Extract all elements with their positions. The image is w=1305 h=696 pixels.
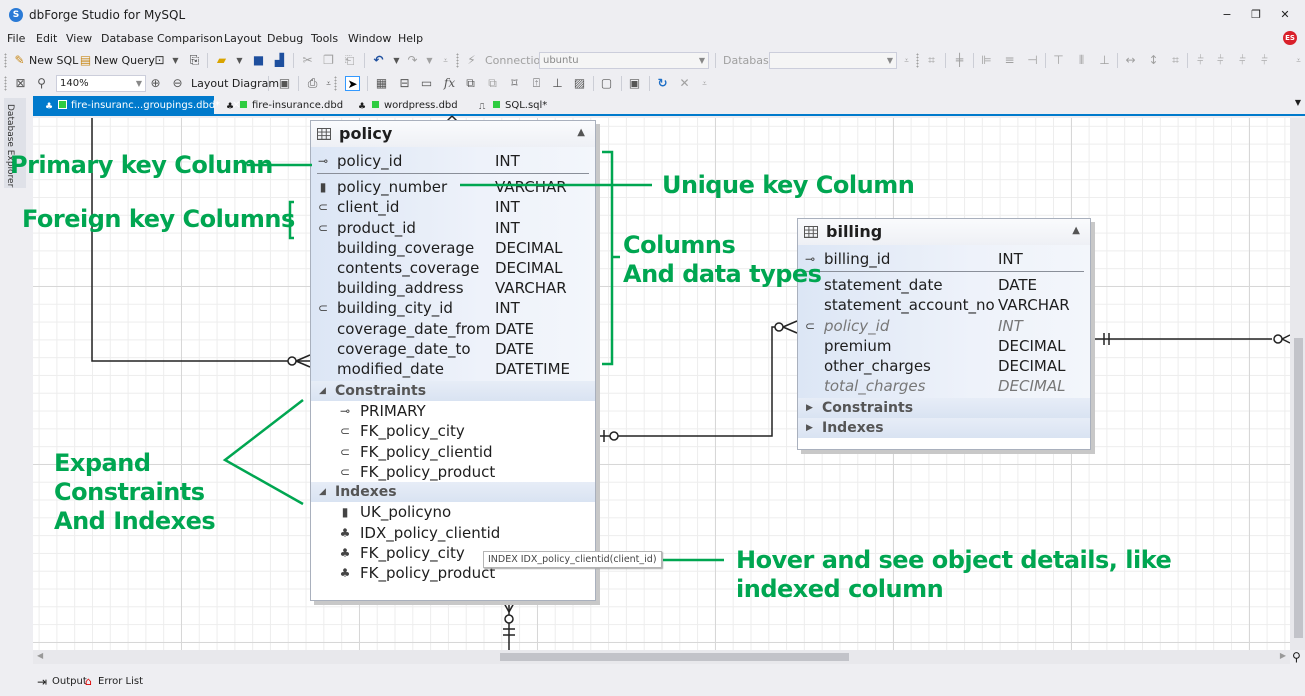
annotation-expand-line1: Expand: [54, 449, 151, 477]
annotation-foreign-key: Foreign key Columns: [22, 205, 295, 233]
zoom-navigator-icon[interactable]: ⚲: [1292, 650, 1301, 664]
scroll-right-icon[interactable]: ▶: [1280, 651, 1286, 660]
output-icon: ⇥: [37, 675, 48, 689]
horizontal-scroll-thumb[interactable]: [500, 653, 849, 661]
error-list-icon: ⌂: [85, 675, 92, 688]
annotation-pointer-expand: [222, 399, 304, 506]
output-tab[interactable]: Output: [52, 676, 87, 687]
annotation-expand-line3: And Indexes: [54, 507, 216, 535]
scroll-left-icon[interactable]: ◀: [37, 651, 43, 660]
annotation-primary-key: Primary key Column: [10, 151, 273, 179]
annotation-hover-line2: indexed column: [736, 575, 944, 603]
bottom-panel-tabs: ⇥ Output ⌂ Error List: [0, 670, 1305, 696]
error-list-tab[interactable]: Error List: [98, 676, 143, 687]
annotation-unique-key: Unique key Column: [662, 171, 915, 199]
annotation-lines: [222, 150, 724, 562]
annotation-columns-line1: Columns: [623, 231, 736, 259]
annotation-hover-line1: Hover and see object details, like: [736, 546, 1172, 574]
annotation-columns-line2: And data types: [623, 260, 822, 288]
vertical-scroll-thumb[interactable]: [1294, 338, 1303, 638]
annotation-expand-line2: Constraints: [54, 478, 205, 506]
